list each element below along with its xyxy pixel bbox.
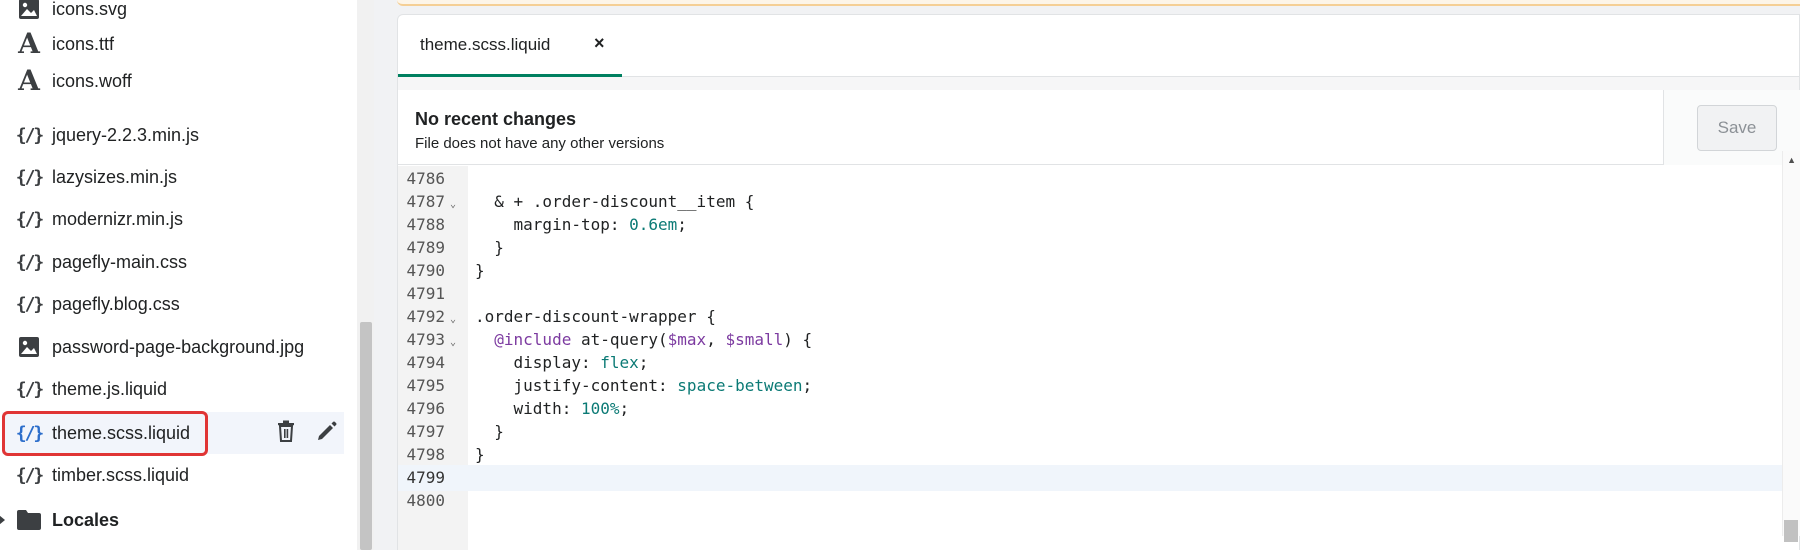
status-title: No recent changes [415, 109, 577, 129]
code-icon: {/} [15, 464, 45, 486]
code-icon: {/} [15, 293, 45, 315]
save-button[interactable]: Save [1697, 105, 1777, 151]
file-item-theme-js[interactable]: {/} theme.js.liquid [2, 368, 344, 410]
folder-icon [12, 509, 46, 531]
font-icon: A [18, 27, 40, 60]
tab-theme-scss-liquid[interactable]: theme.scss.liquid × [398, 15, 622, 77]
code-icon: {/} [15, 124, 45, 146]
file-item-label: pagefly-main.css [52, 251, 188, 272]
folder-locales[interactable]: Locales [0, 499, 342, 541]
code-icon: {/} [15, 251, 45, 273]
file-item-icons-ttf[interactable]: A icons.ttf [2, 23, 344, 65]
editor-spacer [398, 77, 1799, 90]
line-number: 4800 [406, 491, 445, 510]
file-item-timber-scss[interactable]: {/} timber.scss.liquid [2, 454, 344, 496]
file-item-pagefly-main[interactable]: {/} pagefly-main.css [2, 241, 344, 283]
tab-label: theme.scss.liquid [420, 34, 551, 54]
editor-card: theme.scss.liquid × No recent changes Fi… [397, 14, 1800, 550]
file-item-label: modernizr.min.js [52, 208, 184, 229]
save-area: Save [1663, 90, 1800, 165]
file-item-label: lazysizes.min.js [52, 166, 178, 187]
code-editor[interactable]: 4786 4787 ⌄ & + .order-discount__item { … [398, 166, 1799, 550]
version-status-bar: No recent changes File does not have any… [398, 90, 1800, 165]
top-notice-banner [397, 0, 1800, 6]
status-subtitle: File does not have any other versions [415, 135, 665, 152]
font-icon: A [18, 64, 40, 97]
caret-right-icon [0, 514, 8, 526]
file-item-label: pagefly.blog.css [52, 293, 180, 314]
editor-scrollbar-thumb[interactable] [1784, 520, 1798, 542]
selection-highlight-outline [2, 411, 208, 456]
code-icon: {/} [15, 378, 45, 400]
code-icon: {/} [15, 208, 45, 230]
trash-icon[interactable] [276, 420, 296, 447]
scroll-up-arrow-icon[interactable]: ▲ [1787, 155, 1796, 165]
sidebar-scrollbar-thumb[interactable] [360, 322, 372, 550]
file-item-lazysizes[interactable]: {/} lazysizes.min.js [2, 156, 344, 198]
editor-tab-bar: theme.scss.liquid × [398, 15, 1799, 77]
close-icon[interactable]: × [594, 33, 605, 54]
file-row-actions [276, 420, 338, 447]
pencil-edit-icon[interactable] [316, 420, 338, 447]
file-item-pagefly-blog[interactable]: {/} pagefly.blog.css [2, 283, 344, 325]
file-item-modernizr[interactable]: {/} modernizr.min.js [2, 198, 344, 240]
theme-code-editor: icons.svg A icons.ttf A icons.woff {/} j… [0, 0, 1800, 550]
image-icon [12, 0, 46, 20]
file-item-jquery[interactable]: {/} jquery-2.2.3.min.js [2, 114, 344, 156]
file-item-label: timber.scss.liquid [52, 464, 190, 485]
file-item-password-background[interactable]: password-page-background.jpg [2, 326, 344, 368]
code-icon: {/} [15, 166, 45, 188]
folder-label: Locales [52, 509, 120, 530]
file-item-label: icons.svg [52, 0, 128, 19]
file-tree-sidebar: icons.svg A icons.ttf A icons.woff {/} j… [0, 0, 357, 550]
file-item-label: icons.woff [52, 70, 132, 91]
file-item-icons-woff[interactable]: A icons.woff [2, 60, 344, 102]
code-line: 4800 [398, 488, 1783, 514]
file-item-label: password-page-background.jpg [52, 336, 305, 357]
image-icon [12, 336, 46, 358]
file-item-label: icons.ttf [52, 33, 115, 54]
editor-scrollbar[interactable] [1782, 151, 1800, 536]
file-item-label: theme.js.liquid [52, 378, 168, 399]
file-item-label: jquery-2.2.3.min.js [52, 124, 200, 145]
